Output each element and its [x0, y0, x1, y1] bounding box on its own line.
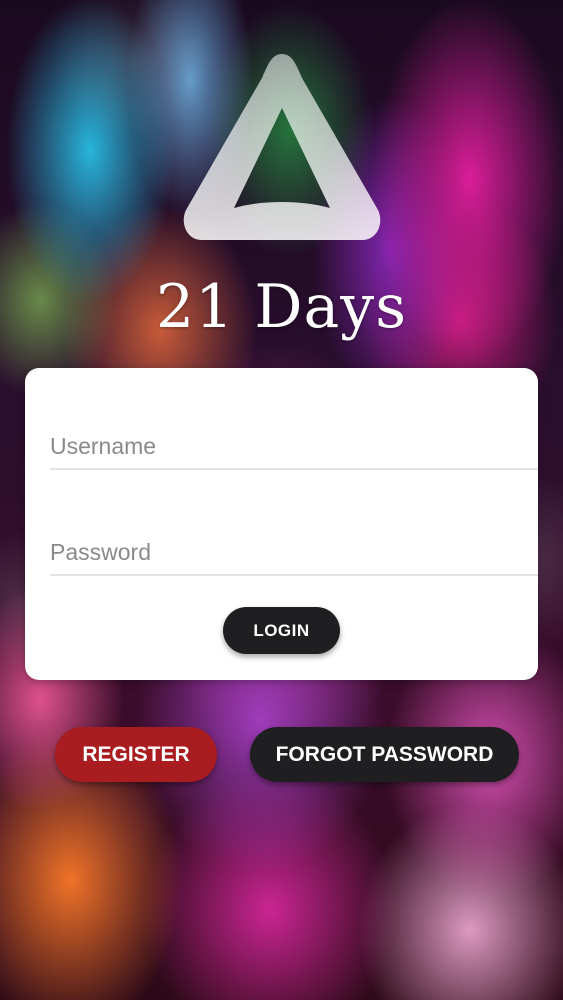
triangle-logo-icon — [183, 54, 381, 240]
register-button[interactable]: REGISTER — [55, 727, 217, 782]
username-input[interactable] — [50, 424, 538, 470]
forgot-password-button[interactable]: FORGOT PASSWORD — [250, 727, 519, 782]
login-card: LOGIN — [25, 368, 538, 680]
password-input[interactable] — [50, 530, 538, 576]
app-title: 21 Days — [156, 272, 407, 342]
login-button[interactable]: LOGIN — [223, 607, 340, 654]
